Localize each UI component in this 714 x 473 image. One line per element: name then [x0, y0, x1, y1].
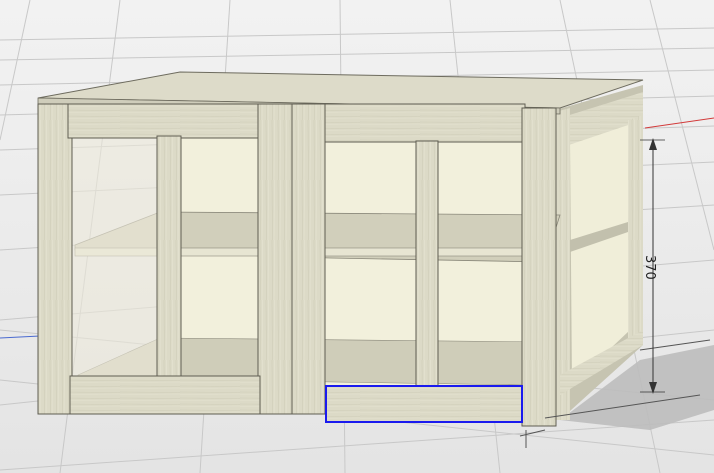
front-mullion-left[interactable] [156, 135, 182, 379]
front-stile-right[interactable] [521, 107, 557, 427]
3d-viewport[interactable]: 370 [0, 0, 714, 473]
dimension-label: 370 [642, 255, 657, 280]
front-stile-left[interactable] [37, 103, 73, 415]
front-top-rail-left[interactable] [67, 103, 261, 139]
front-mullion-right[interactable] [415, 140, 439, 387]
front-center-stile-left[interactable] [257, 103, 293, 415]
front-bottom-rail-right-selected[interactable] [325, 385, 523, 423]
front-bottom-rail-left[interactable] [69, 375, 261, 415]
front-center-stile-right[interactable] [291, 103, 326, 415]
front-top-rail-right[interactable] [324, 103, 526, 143]
